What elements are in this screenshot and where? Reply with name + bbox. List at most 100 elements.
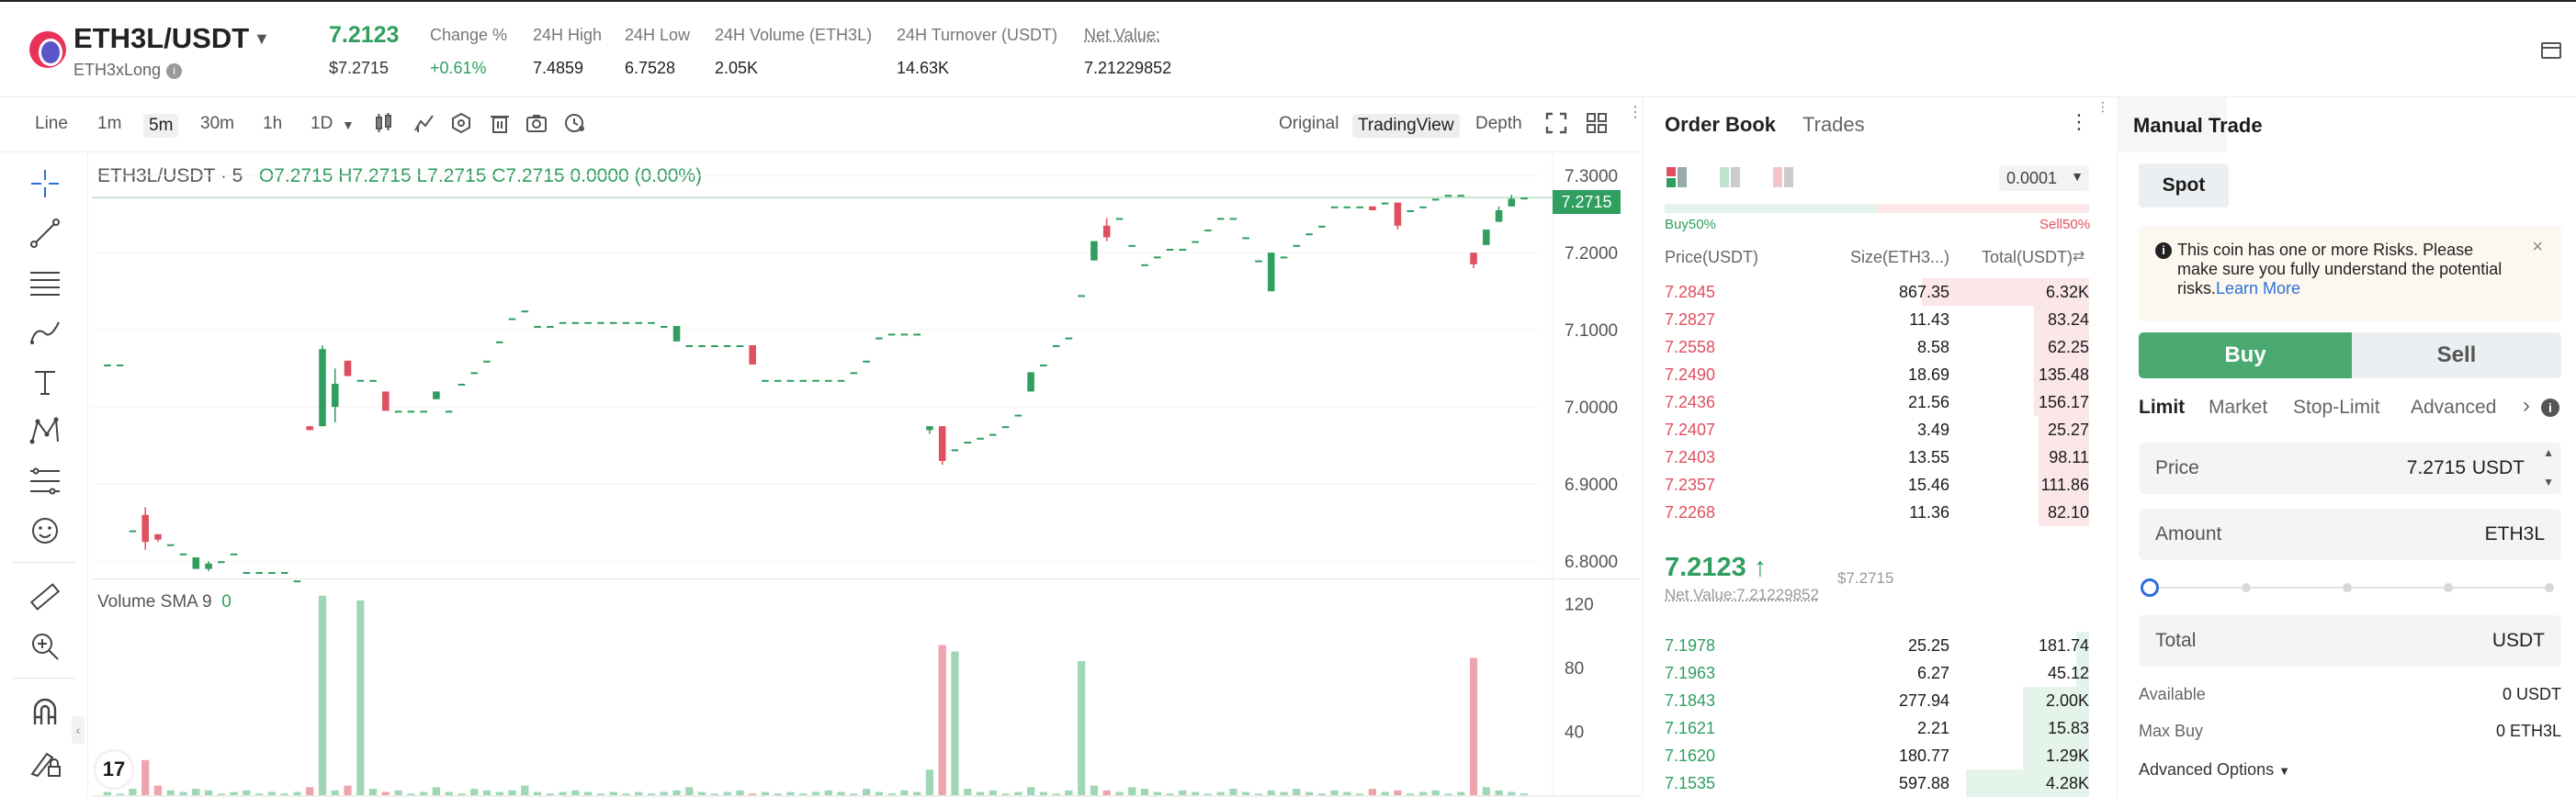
candle	[1520, 197, 1528, 200]
more-options-icon[interactable]: ⋮	[2069, 110, 2089, 134]
ask-row[interactable]: 7.2845 867.35 6.32K	[1665, 278, 2089, 306]
bid-row[interactable]: 7.1978 25.25 181.74	[1665, 632, 2089, 659]
advanced-options-toggle[interactable]: Advanced Options ▼	[2139, 760, 2290, 780]
candle	[1242, 237, 1249, 240]
order-size: 277.94	[1898, 691, 1949, 710]
chevron-right-icon[interactable]: ›	[2523, 393, 2530, 419]
order-price: 7.2558	[1665, 338, 1716, 356]
volume-axis-label: 120	[1565, 595, 1594, 614]
slider-tick-75[interactable]	[2444, 583, 2453, 592]
volume-bar	[1368, 789, 1377, 795]
order-total: 2.00K	[2045, 691, 2089, 710]
ask-row[interactable]: 7.2403 13.55 98.11	[1665, 443, 2089, 471]
candle	[1280, 256, 1288, 259]
order-size: 8.58	[1916, 338, 1949, 356]
tab-orderbook[interactable]: Order Book	[1665, 113, 1776, 137]
price-input[interactable]: Price 7.2715 USDT ▲ ▼	[2139, 443, 2561, 494]
candle	[154, 533, 162, 540]
swap-units-icon[interactable]: ⇄	[2073, 247, 2085, 265]
ask-row[interactable]: 7.2407 3.49 25.27	[1665, 416, 2089, 443]
candle	[964, 442, 972, 443]
tab-trades[interactable]: Trades	[1802, 113, 1865, 137]
order-type-stop-limit[interactable]: Stop-Limit	[2293, 397, 2380, 419]
sell-button[interactable]: Sell	[2352, 332, 2561, 378]
amount-input[interactable]: Amount ETH3L	[2139, 509, 2561, 560]
candle	[711, 345, 718, 347]
ask-row[interactable]: 7.2436 21.56 156.17	[1665, 388, 2089, 416]
slider-tick-100[interactable]	[2545, 583, 2554, 592]
bid-row[interactable]: 7.1963 6.27 45.12	[1665, 659, 2089, 687]
tradingview-logo-icon[interactable]: 17	[96, 751, 132, 788]
trade-title[interactable]: Manual Trade	[2133, 114, 2263, 138]
amount-slider-thumb[interactable]	[2141, 578, 2159, 597]
order-size: 25.25	[1907, 636, 1949, 655]
candle	[483, 360, 491, 363]
candle	[1115, 218, 1124, 220]
slider-tick-50[interactable]	[2343, 583, 2352, 592]
order-total: 62.25	[2047, 338, 2089, 356]
volume-bar	[1026, 787, 1035, 795]
total-input[interactable]: Total USDT	[2139, 615, 2561, 667]
precision-select[interactable]: 0.0001 ▼	[1999, 165, 2089, 191]
candle	[218, 561, 225, 564]
stepper-down-icon[interactable]: ▼	[2543, 476, 2554, 488]
layout-both-icon[interactable]	[1665, 165, 1689, 189]
order-total: 156.17	[2038, 393, 2089, 411]
drag-handle-icon-2[interactable]: ⋮	[2096, 99, 2109, 115]
order-type-market[interactable]: Market	[2209, 397, 2267, 419]
candle	[672, 326, 681, 342]
layout-asks-icon[interactable]	[1771, 165, 1795, 189]
order-type-advanced[interactable]: Advanced	[2411, 397, 2496, 419]
amount-slider-track[interactable]	[2150, 587, 2554, 589]
candle	[356, 379, 365, 382]
candle	[762, 379, 769, 382]
stepper-up-icon[interactable]: ▲	[2543, 446, 2554, 459]
volume-bar	[938, 645, 946, 795]
order-total: 135.48	[2038, 365, 2089, 384]
candle	[863, 360, 870, 363]
ask-row[interactable]: 7.2268 11.36 82.10	[1665, 499, 2089, 526]
spot-button[interactable]: Spot	[2139, 163, 2229, 208]
candle	[635, 321, 643, 324]
order-type-limit[interactable]: Limit	[2139, 397, 2185, 419]
candle	[1001, 426, 1010, 429]
candle	[407, 410, 415, 413]
price-label: Price	[2155, 457, 2199, 478]
ask-row[interactable]: 7.2490 18.69 135.48	[1665, 361, 2089, 388]
price-value[interactable]: 7.2715	[2407, 457, 2466, 479]
buy-button[interactable]: Buy	[2139, 332, 2352, 378]
ask-row[interactable]: 7.2827 11.43 83.24	[1665, 306, 2089, 333]
risk-text: This coin has one or more Risks. Please …	[2177, 241, 2508, 298]
collapse-toolbar-icon[interactable]: ‹	[72, 716, 85, 744]
candle	[622, 321, 630, 324]
order-price: 7.2403	[1665, 448, 1716, 466]
slider-tick-25[interactable]	[2242, 583, 2251, 592]
candle	[1381, 202, 1389, 205]
bid-row[interactable]: 7.1620 180.77 1.29K	[1665, 742, 2089, 769]
order-price: 7.2357	[1665, 476, 1716, 494]
candle	[1419, 206, 1427, 208]
bid-row[interactable]: 7.1843 277.94 2.00K	[1665, 687, 2089, 714]
candle	[660, 326, 668, 328]
order-total: 6.32K	[2045, 283, 2089, 301]
ask-row[interactable]: 7.2357 15.46 111.86	[1665, 471, 2089, 499]
risk-notice: i This coin has one or more Risks. Pleas…	[2139, 226, 2561, 321]
bid-row[interactable]: 7.1535 597.88 4.28K	[1665, 769, 2089, 797]
candle	[508, 318, 516, 320]
layout-bids-icon[interactable]	[1718, 165, 1742, 189]
learn-more-link[interactable]: Learn More	[2216, 279, 2300, 297]
mid-net-value[interactable]: Net Value:7.21229852	[1665, 586, 1819, 604]
candle	[723, 345, 731, 347]
order-size: 597.88	[1898, 774, 1949, 792]
close-icon[interactable]: ×	[2532, 237, 2543, 258]
order-price: 7.2845	[1665, 283, 1716, 301]
ask-row[interactable]: 7.2558 8.58 62.25	[1665, 333, 2089, 361]
available-value: 0 USDT	[2502, 685, 2561, 703]
current-price-tag: 7.2715	[1553, 190, 1621, 214]
candle	[306, 426, 313, 431]
candle	[344, 360, 352, 376]
candle	[1128, 244, 1136, 247]
order-price: 7.2407	[1665, 421, 1716, 439]
help-icon[interactable]: i	[2541, 398, 2559, 417]
bid-row[interactable]: 7.1621 2.21 15.83	[1665, 714, 2089, 742]
